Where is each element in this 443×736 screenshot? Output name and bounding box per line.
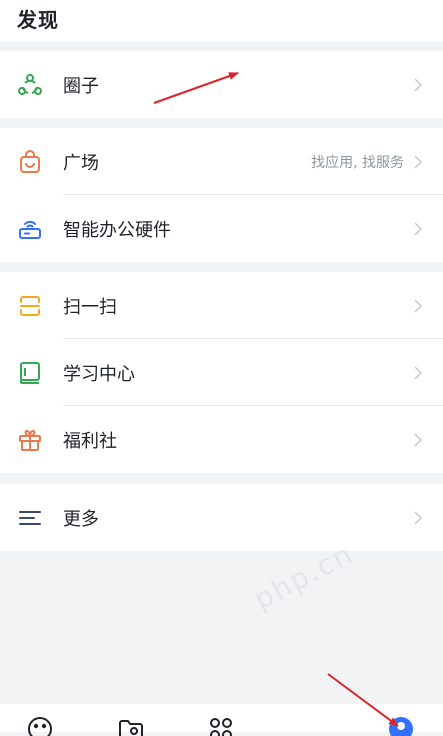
list-item-square[interactable]: 广场 找应用, 找服务: [0, 128, 443, 195]
menu-icon: [16, 504, 44, 532]
gift-icon: [16, 426, 44, 454]
item-label: 圈子: [63, 75, 99, 97]
group-circle: 圈子: [0, 51, 443, 118]
shopping-bag-icon: [16, 148, 44, 176]
page-header: 发现: [0, 0, 443, 42]
group-square: 广场 找应用, 找服务 智能办公硬件: [0, 128, 443, 262]
avatar-icon[interactable]: [386, 714, 416, 736]
chevron-right-icon: [413, 77, 423, 92]
chevron-right-icon: [413, 432, 423, 447]
list-item-smart-office-hardware[interactable]: 智能办公硬件: [0, 195, 443, 262]
list-item-more[interactable]: 更多: [0, 484, 443, 551]
item-hint: 找应用, 找服务: [311, 154, 404, 171]
page-title: 发现: [17, 8, 59, 32]
list-item-circle[interactable]: 圈子: [0, 51, 443, 118]
chevron-right-icon: [413, 298, 423, 313]
smiley-icon[interactable]: [25, 714, 55, 736]
folder-icon[interactable]: [116, 714, 146, 736]
chevron-right-icon: [413, 221, 423, 236]
item-label: 智能办公硬件: [63, 219, 171, 241]
list-item-scan[interactable]: 扫一扫: [0, 272, 443, 339]
item-label: 广场: [63, 152, 99, 174]
apps-grid-icon[interactable]: [206, 714, 236, 736]
chevron-right-icon: [413, 365, 423, 380]
router-icon: [16, 215, 44, 243]
circle-group-icon: [16, 71, 44, 99]
item-label: 福利社: [63, 430, 117, 452]
list-item-learning-center[interactable]: 学习中心: [0, 339, 443, 406]
chevron-right-icon: [413, 154, 423, 169]
bottom-nav: [0, 704, 443, 736]
item-label: 扫一扫: [63, 296, 117, 318]
chevron-right-icon: [413, 510, 423, 525]
book-icon: [16, 359, 44, 387]
item-label: 学习中心: [63, 363, 135, 385]
item-label: 更多: [63, 508, 99, 530]
group-more: 更多: [0, 484, 443, 551]
group-tools: 扫一扫 学习中心 福利社: [0, 272, 443, 473]
scan-icon: [16, 292, 44, 320]
list-item-welfare[interactable]: 福利社: [0, 406, 443, 473]
